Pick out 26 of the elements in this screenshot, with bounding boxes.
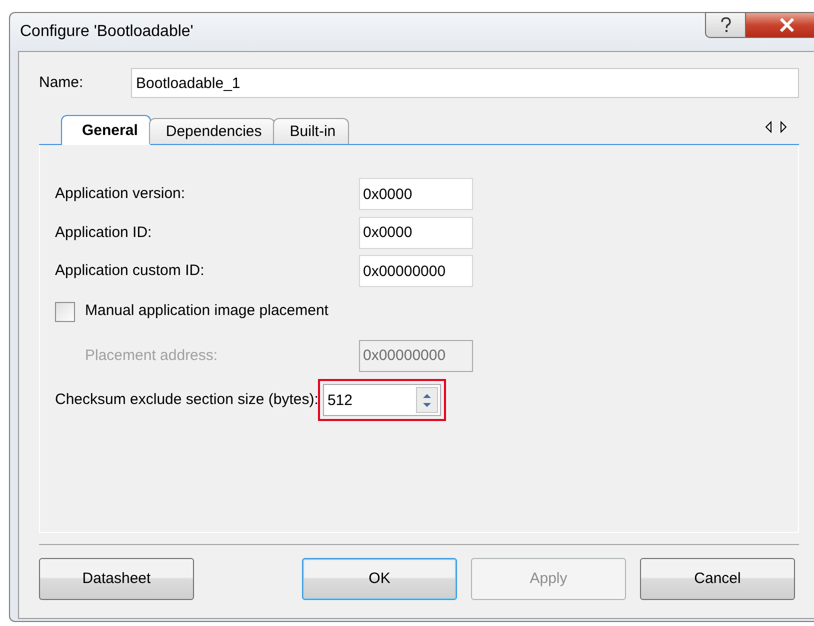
tab[interactable]: General: [61, 115, 151, 145]
field-label: Placement address:: [84, 346, 219, 366]
scroll-right-icon[interactable]: [780, 121, 787, 133]
window-title: Configure 'Bootloadable': [20, 22, 194, 42]
close-button[interactable]: [746, 12, 814, 38]
tab[interactable]: Built-in: [272, 118, 349, 144]
help-icon: [720, 17, 732, 33]
tab[interactable]: Dependencies: [148, 118, 275, 144]
text-field[interactable]: 0x00000000: [359, 255, 473, 288]
text-field[interactable]: 0x0000: [359, 178, 473, 210]
dialog-button[interactable]: OK: [302, 558, 457, 600]
name-label: Name:: [39, 72, 84, 93]
field-label: Application version:: [55, 184, 186, 204]
scroll-left-icon[interactable]: [765, 121, 772, 133]
help-button[interactable]: [705, 12, 746, 38]
dialog-button[interactable]: Cancel: [640, 558, 795, 600]
close-icon: [778, 18, 794, 32]
field-label: Checksum exclude section size (bytes):: [55, 390, 318, 410]
spin-arrows-icon[interactable]: [416, 387, 438, 413]
name-field[interactable]: Bootloadable_1: [131, 68, 799, 98]
checkbox[interactable]: [55, 302, 75, 322]
checkbox-label: Manual application image placement: [85, 301, 328, 322]
field-label: Application ID:: [55, 222, 153, 242]
field-label: Application custom ID:: [55, 261, 206, 281]
text-field[interactable]: 0x0000: [359, 216, 473, 249]
dialog-button[interactable]: Datasheet: [39, 558, 194, 600]
